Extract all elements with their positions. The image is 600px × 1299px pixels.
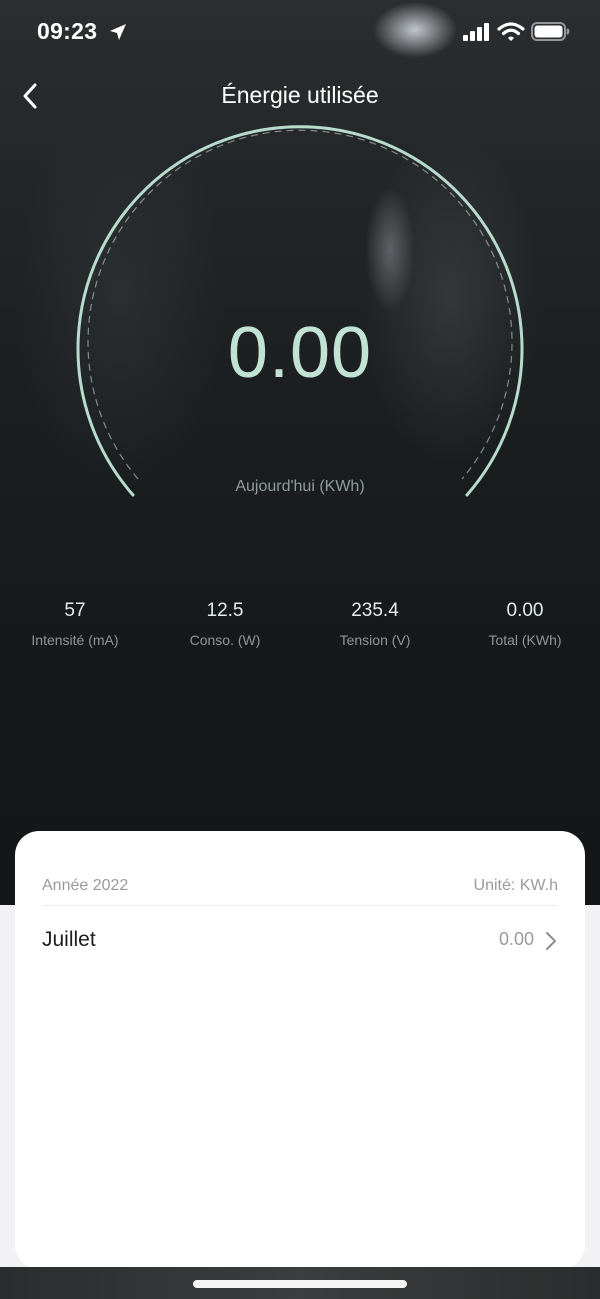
stat-power: 12.5 Conso. (W) (150, 600, 300, 648)
stat-voltage-value: 235.4 (351, 600, 399, 621)
stat-current-value: 57 (64, 600, 86, 621)
today-energy-value: 0.00 (227, 313, 373, 393)
stat-voltage-label: Tension (V) (339, 632, 411, 648)
year-label: Année 2022 (42, 877, 129, 894)
stat-total-value: 0.00 (506, 600, 544, 621)
signal-icon (463, 23, 489, 41)
battery-icon (531, 22, 570, 41)
stat-current-label: Intensité (mA) (31, 632, 119, 648)
stat-power-label: Conso. (W) (189, 632, 261, 648)
stat-voltage: 235.4 Tension (V) (300, 600, 450, 648)
stat-total: 0.00 Total (KWh) (450, 600, 600, 648)
month-name: Juillet (42, 928, 96, 951)
month-row-july[interactable]: Juillet 0.00 (42, 919, 558, 961)
wifi-icon (497, 22, 525, 41)
location-arrow-icon (110, 24, 126, 40)
status-time: 09:23 (37, 18, 98, 44)
home-indicator[interactable] (193, 1280, 407, 1288)
card-header: Année 2022 Unité: KW.h (42, 871, 558, 906)
chevron-right-icon (546, 932, 556, 950)
stat-power-value: 12.5 (206, 600, 244, 621)
monthly-energy-card: Année 2022 Unité: KW.h Juillet 0.00 (15, 831, 585, 1269)
stats-row: 57 Intensité (mA) 12.5 Conso. (W) 235.4 … (0, 600, 600, 660)
unit-label: Unité: KW.h (473, 877, 558, 894)
today-energy-label: Aujourd'hui (KWh) (235, 478, 365, 495)
month-value: 0.00 (498, 929, 534, 949)
page-title: Énergie utilisée (221, 82, 379, 108)
stat-total-label: Total (KWh) (488, 632, 562, 648)
stat-current: 57 Intensité (mA) (0, 600, 150, 648)
